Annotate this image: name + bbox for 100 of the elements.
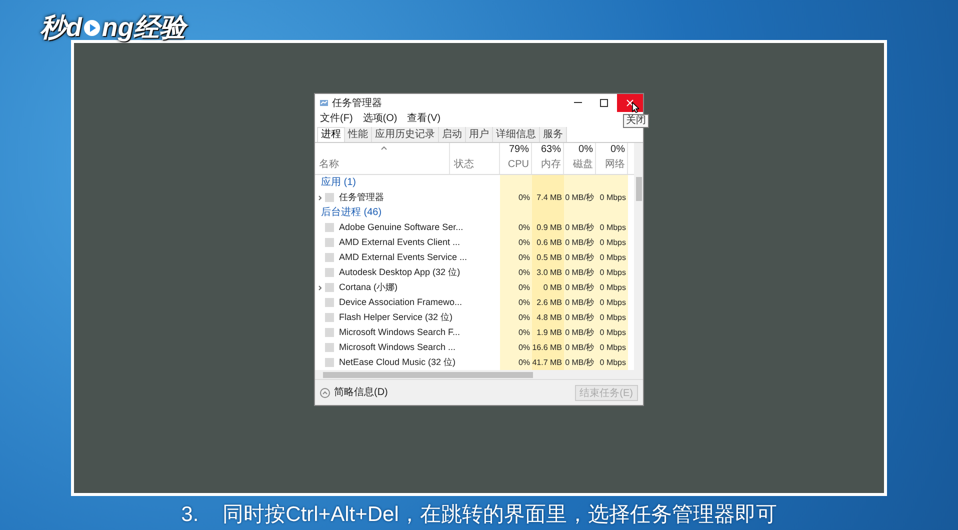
table-cell: 0 MB/秒 bbox=[564, 310, 596, 325]
group-heading: 应用 (1) bbox=[321, 176, 356, 190]
column-percent: 0% bbox=[578, 143, 593, 157]
column-header[interactable]: CPU bbox=[508, 157, 529, 172]
table-cell: 0% bbox=[500, 355, 532, 370]
table-cell: 0 Mbps bbox=[596, 220, 628, 235]
tab[interactable]: 详细信息 bbox=[493, 127, 540, 142]
column-header[interactable]: 状态 bbox=[454, 157, 499, 172]
table-cell: 1.9 MB bbox=[532, 325, 564, 340]
process-name: Device Association Framewo... bbox=[339, 296, 462, 309]
vertical-scrollbar[interactable] bbox=[634, 143, 643, 370]
table-cell: 3.0 MB bbox=[532, 265, 564, 280]
table-cell: 0 MB/秒 bbox=[564, 220, 596, 235]
expand-chevron-icon[interactable] bbox=[318, 194, 322, 200]
table-cell: 0 Mbps bbox=[596, 310, 628, 325]
column-header[interactable]: 磁盘 bbox=[573, 157, 593, 172]
logo-text: ng经验 bbox=[102, 8, 186, 47]
menu-item[interactable]: 文件(F) bbox=[320, 111, 353, 126]
menu-item[interactable]: 查看(V) bbox=[407, 111, 441, 126]
table-cell: 0 MB/秒 bbox=[564, 265, 596, 280]
table-cell: 0.5 MB bbox=[532, 250, 564, 265]
table-cell: 0 MB/秒 bbox=[564, 250, 596, 265]
table-cell: 0 MB/秒 bbox=[564, 235, 596, 250]
process-name: Microsoft Windows Search F... bbox=[339, 326, 460, 339]
table-cell: 0 Mbps bbox=[596, 235, 628, 250]
column-percent: 63% bbox=[540, 143, 561, 157]
close-button[interactable] bbox=[617, 94, 643, 112]
caption-text: 同时按Ctrl+Alt+Del，在跳转的界面里，选择任务管理器即可 bbox=[222, 502, 777, 528]
table-cell: 0 Mbps bbox=[596, 325, 628, 340]
table-cell: 0 MB/秒 bbox=[564, 325, 596, 340]
table-cell: 0% bbox=[500, 295, 532, 310]
process-name: AMD External Events Client ... bbox=[339, 236, 460, 249]
table-cell: 0% bbox=[500, 190, 532, 205]
tab[interactable]: 性能 bbox=[345, 127, 372, 142]
process-name: Microsoft Windows Search ... bbox=[339, 340, 456, 354]
process-icon bbox=[325, 193, 334, 202]
app-icon bbox=[319, 98, 329, 108]
tab[interactable]: 应用历史记录 bbox=[372, 127, 439, 142]
tab[interactable]: 服务 bbox=[540, 127, 567, 142]
table-cell: 41.7 MB bbox=[532, 355, 564, 370]
minimize-icon bbox=[574, 102, 582, 104]
tab[interactable]: 用户 bbox=[466, 127, 493, 142]
table-cell: 0 Mbps bbox=[596, 295, 628, 310]
collapse-chevron-icon[interactable] bbox=[320, 388, 330, 398]
table-cell: 0.9 MB bbox=[532, 220, 564, 235]
logo-text: 秒d bbox=[40, 11, 82, 44]
table-cell: 0% bbox=[500, 250, 532, 265]
caption-step: 3. bbox=[181, 498, 199, 530]
column-percent: 0% bbox=[610, 143, 625, 157]
table-cell: 0 MB/秒 bbox=[564, 295, 596, 310]
mouse-pointer-icon bbox=[632, 102, 639, 113]
process-name: AMD External Events Service ... bbox=[339, 250, 468, 264]
column-header[interactable]: 内存 bbox=[541, 157, 561, 172]
horizontal-scrollbar[interactable] bbox=[315, 370, 643, 379]
table-cell: 0% bbox=[500, 280, 532, 295]
close-icon bbox=[626, 99, 634, 107]
process-name: 任务管理器 bbox=[339, 190, 384, 204]
table-cell: 16.6 MB bbox=[532, 340, 564, 355]
process-name: Flash Helper Service (32 位) bbox=[339, 310, 453, 324]
maximize-icon bbox=[600, 99, 608, 107]
table-cell: 0% bbox=[500, 220, 532, 235]
table-cell: 0% bbox=[500, 340, 532, 355]
table-cell: 0.6 MB bbox=[532, 235, 564, 250]
tooltip: 关闭 bbox=[623, 114, 649, 128]
tab[interactable]: 进程 bbox=[317, 127, 345, 142]
group-heading: 后台进程 (46) bbox=[321, 206, 382, 220]
process-name: Autodesk Desktop App (32 位) bbox=[339, 266, 460, 279]
menu-item[interactable]: 选项(O) bbox=[362, 111, 398, 126]
expand-chevron-icon[interactable] bbox=[318, 284, 322, 290]
table-cell: 0 MB bbox=[532, 280, 564, 295]
play-logo-icon bbox=[82, 18, 102, 38]
table-cell: 0 Mbps bbox=[596, 340, 628, 355]
table-cell: 0 Mbps bbox=[596, 190, 628, 205]
column-header[interactable]: 网络 bbox=[605, 157, 625, 172]
table-cell: 7.4 MB bbox=[532, 190, 564, 205]
table-cell: 2.6 MB bbox=[532, 295, 564, 310]
table-cell: 0 Mbps bbox=[596, 355, 628, 370]
heat-cell bbox=[500, 175, 532, 190]
process-name: NetEase Cloud Music (32 位) bbox=[339, 356, 456, 369]
details-link[interactable]: 简略信息(D) bbox=[334, 385, 388, 400]
process-name: Adobe Genuine Software Ser... bbox=[339, 220, 464, 234]
column-header[interactable]: 名称 bbox=[319, 157, 449, 172]
table-cell: 0 Mbps bbox=[596, 265, 628, 280]
window-title: 任务管理器 bbox=[332, 96, 382, 110]
table-cell: 0 MB/秒 bbox=[564, 340, 596, 355]
table-cell: 0 Mbps bbox=[596, 250, 628, 265]
table-cell: 4.8 MB bbox=[532, 310, 564, 325]
table-cell: 0% bbox=[500, 265, 532, 280]
table-cell: 0 MB/秒 bbox=[564, 190, 596, 205]
table-cell: 0 MB/秒 bbox=[564, 280, 596, 295]
sort-caret-icon bbox=[381, 146, 387, 150]
process-name: Cortana (小娜) bbox=[339, 280, 398, 294]
table-cell: 0% bbox=[500, 310, 532, 325]
table-cell: 0 MB/秒 bbox=[564, 355, 596, 370]
column-percent: 79% bbox=[508, 143, 529, 157]
heat-cell bbox=[532, 175, 564, 190]
table-cell: 0% bbox=[500, 325, 532, 340]
tab[interactable]: 启动 bbox=[439, 127, 466, 142]
table-cell: 0 Mbps bbox=[596, 280, 628, 295]
table-cell: 0% bbox=[500, 235, 532, 250]
